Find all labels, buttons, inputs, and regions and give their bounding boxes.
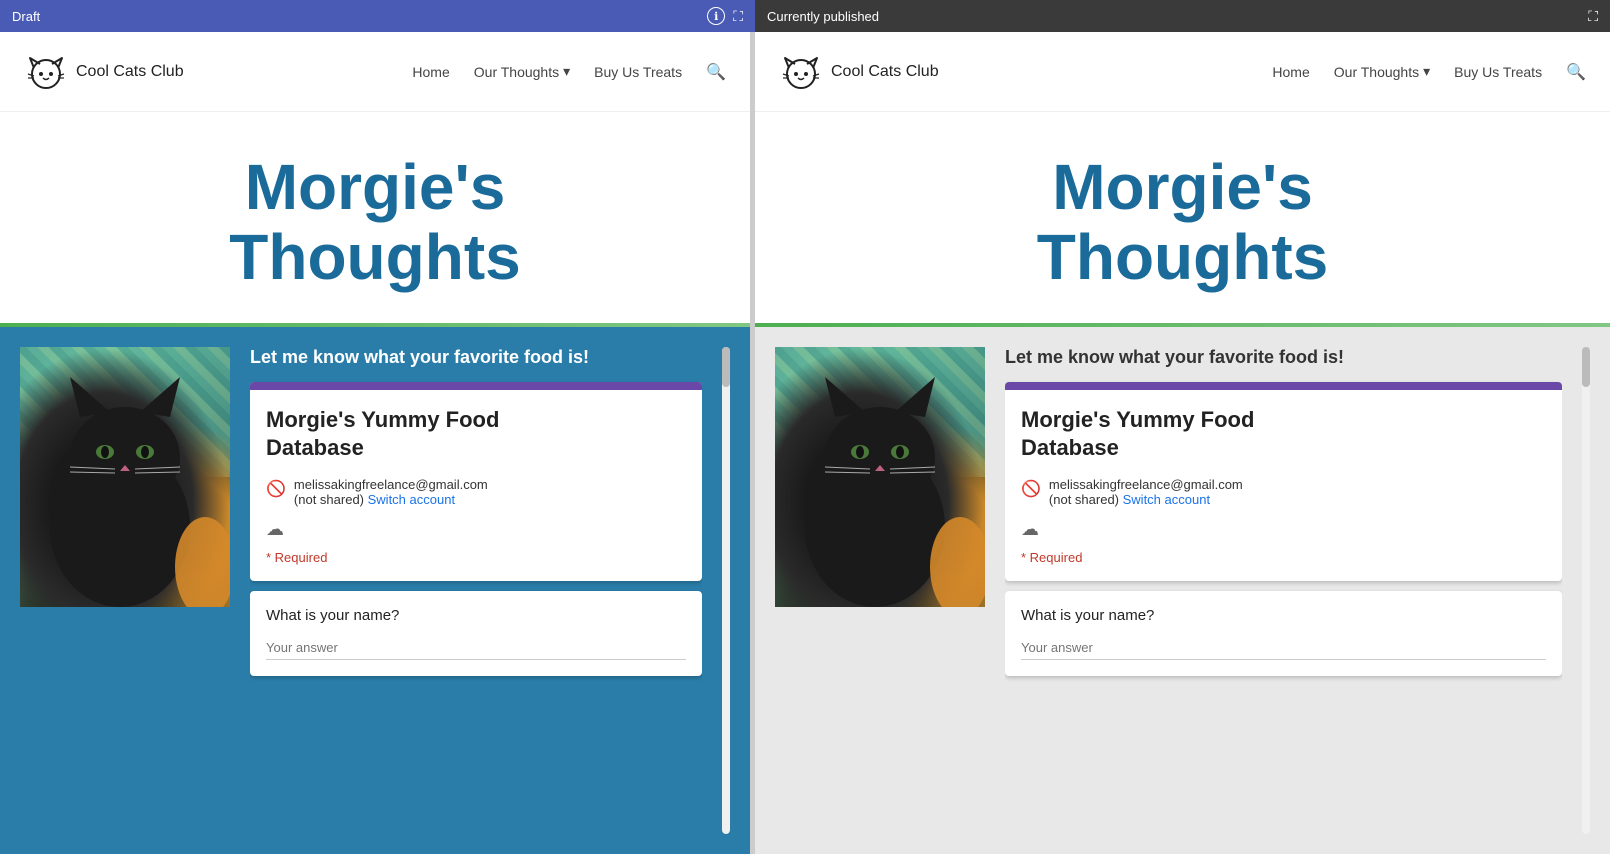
published-form-card-body: Morgie's Yummy FoodDatabase 🚫 melissakin… <box>1005 390 1562 581</box>
draft-logo-text: Cool Cats Club <box>76 63 184 81</box>
expand-icon-published[interactable]: ⛶ <box>1588 8 1598 25</box>
published-account-row: 🚫 melissakingfreelance@gmail.com (not sh… <box>1021 477 1546 507</box>
draft-answer-input[interactable] <box>266 636 686 660</box>
published-question-card: What is your name? <box>1005 591 1562 676</box>
draft-label: Draft <box>12 9 40 24</box>
published-scroll-thumb <box>1582 347 1590 387</box>
published-panel: Cool Cats Club Home Our Thoughts ▾ Buy U… <box>755 32 1610 854</box>
draft-form-prompt: Let me know what your favorite food is! <box>250 347 702 368</box>
draft-hero-title: Morgie'sThoughts <box>20 152 730 293</box>
draft-question-card: What is your name? <box>250 591 702 676</box>
published-bar: Currently published ⛶ <box>755 0 1610 32</box>
published-not-shared: (not shared) <box>1049 492 1123 507</box>
dropdown-arrow-draft: ▾ <box>563 63 570 80</box>
draft-required: * Required <box>266 550 686 565</box>
draft-cloud-row: ☁ <box>266 519 686 540</box>
published-form-db-title: Morgie's Yummy FoodDatabase <box>1021 406 1546 463</box>
draft-form-area: Let me know what your favorite food is! … <box>250 347 702 834</box>
dropdown-arrow-pub: ▾ <box>1423 63 1430 80</box>
nav-thoughts-pub[interactable]: Our Thoughts ▾ <box>1334 63 1430 80</box>
published-switch-account[interactable]: Switch account <box>1123 492 1210 507</box>
draft-form-card: Morgie's Yummy FoodDatabase 🚫 melissakin… <box>250 382 702 581</box>
nav-thoughts-draft[interactable]: Our Thoughts ▾ <box>474 63 570 80</box>
published-scrollbar[interactable] <box>1582 347 1590 834</box>
published-content: Let me know what your favorite food is! … <box>755 327 1610 854</box>
cat-logo-icon <box>24 50 68 94</box>
draft-hero: Morgie'sThoughts <box>0 112 750 323</box>
published-answer-input[interactable] <box>1021 636 1546 660</box>
published-logo: Cool Cats Club <box>779 50 939 94</box>
published-hero-title: Morgie'sThoughts <box>775 152 1590 293</box>
nav-home-pub[interactable]: Home <box>1272 64 1309 80</box>
draft-form-card-body: Morgie's Yummy FoodDatabase 🚫 melissakin… <box>250 390 702 581</box>
expand-icon-draft[interactable]: ⛶ <box>733 8 743 25</box>
draft-cat-photo <box>20 347 230 607</box>
cat-svg-pub <box>775 347 985 607</box>
published-cat-photo <box>775 347 985 607</box>
draft-panel: Cool Cats Club Home Our Thoughts ▾ Buy U… <box>0 32 755 854</box>
published-cloud-row: ☁ <box>1021 519 1546 540</box>
draft-account-info: melissakingfreelance@gmail.com (not shar… <box>294 477 488 507</box>
published-nav: Cool Cats Club Home Our Thoughts ▾ Buy U… <box>755 32 1610 112</box>
published-form-prompt: Let me know what your favorite food is! <box>1005 347 1562 368</box>
main-content: Cool Cats Club Home Our Thoughts ▾ Buy U… <box>0 32 1610 854</box>
info-icon[interactable]: ℹ <box>707 7 725 25</box>
cat-logo-icon-pub <box>779 50 823 94</box>
draft-scroll-thumb <box>722 347 730 387</box>
draft-account-row: 🚫 melissakingfreelance@gmail.com (not sh… <box>266 477 686 507</box>
nav-treats-draft[interactable]: Buy Us Treats <box>594 64 682 80</box>
top-bar: Draft ℹ ⛶ Currently published ⛶ <box>0 0 1610 32</box>
draft-account-email: melissakingfreelance@gmail.com <box>294 477 488 492</box>
draft-nav: Cool Cats Club Home Our Thoughts ▾ Buy U… <box>0 32 750 112</box>
eye-slash-icon-pub: 🚫 <box>1021 479 1041 499</box>
eye-slash-icon-draft: 🚫 <box>266 479 286 499</box>
draft-bar: Draft ℹ ⛶ <box>0 0 755 32</box>
cloud-icon-draft: ☁ <box>266 519 284 540</box>
draft-form-card-header <box>250 382 702 390</box>
published-question-text: What is your name? <box>1021 607 1546 624</box>
draft-not-shared: (not shared) <box>294 492 368 507</box>
draft-scrollbar[interactable] <box>722 347 730 834</box>
published-form-card: Morgie's Yummy FoodDatabase 🚫 melissakin… <box>1005 382 1562 581</box>
draft-nav-links: Home Our Thoughts ▾ Buy Us Treats 🔍 <box>412 62 726 82</box>
published-required: * Required <box>1021 550 1546 565</box>
published-account-info: melissakingfreelance@gmail.com (not shar… <box>1049 477 1243 507</box>
draft-logo: Cool Cats Club <box>24 50 184 94</box>
draft-form-db-title: Morgie's Yummy FoodDatabase <box>266 406 686 463</box>
draft-switch-account[interactable]: Switch account <box>368 492 455 507</box>
nav-treats-pub[interactable]: Buy Us Treats <box>1454 64 1542 80</box>
search-icon-draft[interactable]: 🔍 <box>706 62 726 82</box>
published-logo-text: Cool Cats Club <box>831 63 939 81</box>
cloud-icon-pub: ☁ <box>1021 519 1039 540</box>
published-nav-links: Home Our Thoughts ▾ Buy Us Treats 🔍 <box>1272 62 1586 82</box>
search-icon-pub[interactable]: 🔍 <box>1566 62 1586 82</box>
draft-content: Let me know what your favorite food is! … <box>0 327 750 854</box>
published-account-email: melissakingfreelance@gmail.com <box>1049 477 1243 492</box>
cat-svg <box>20 347 230 607</box>
published-label: Currently published <box>767 9 879 24</box>
published-form-card-header <box>1005 382 1562 390</box>
published-hero: Morgie'sThoughts <box>755 112 1610 323</box>
published-form-area: Let me know what your favorite food is! … <box>1005 347 1562 834</box>
nav-home-draft[interactable]: Home <box>412 64 449 80</box>
draft-question-text: What is your name? <box>266 607 686 624</box>
